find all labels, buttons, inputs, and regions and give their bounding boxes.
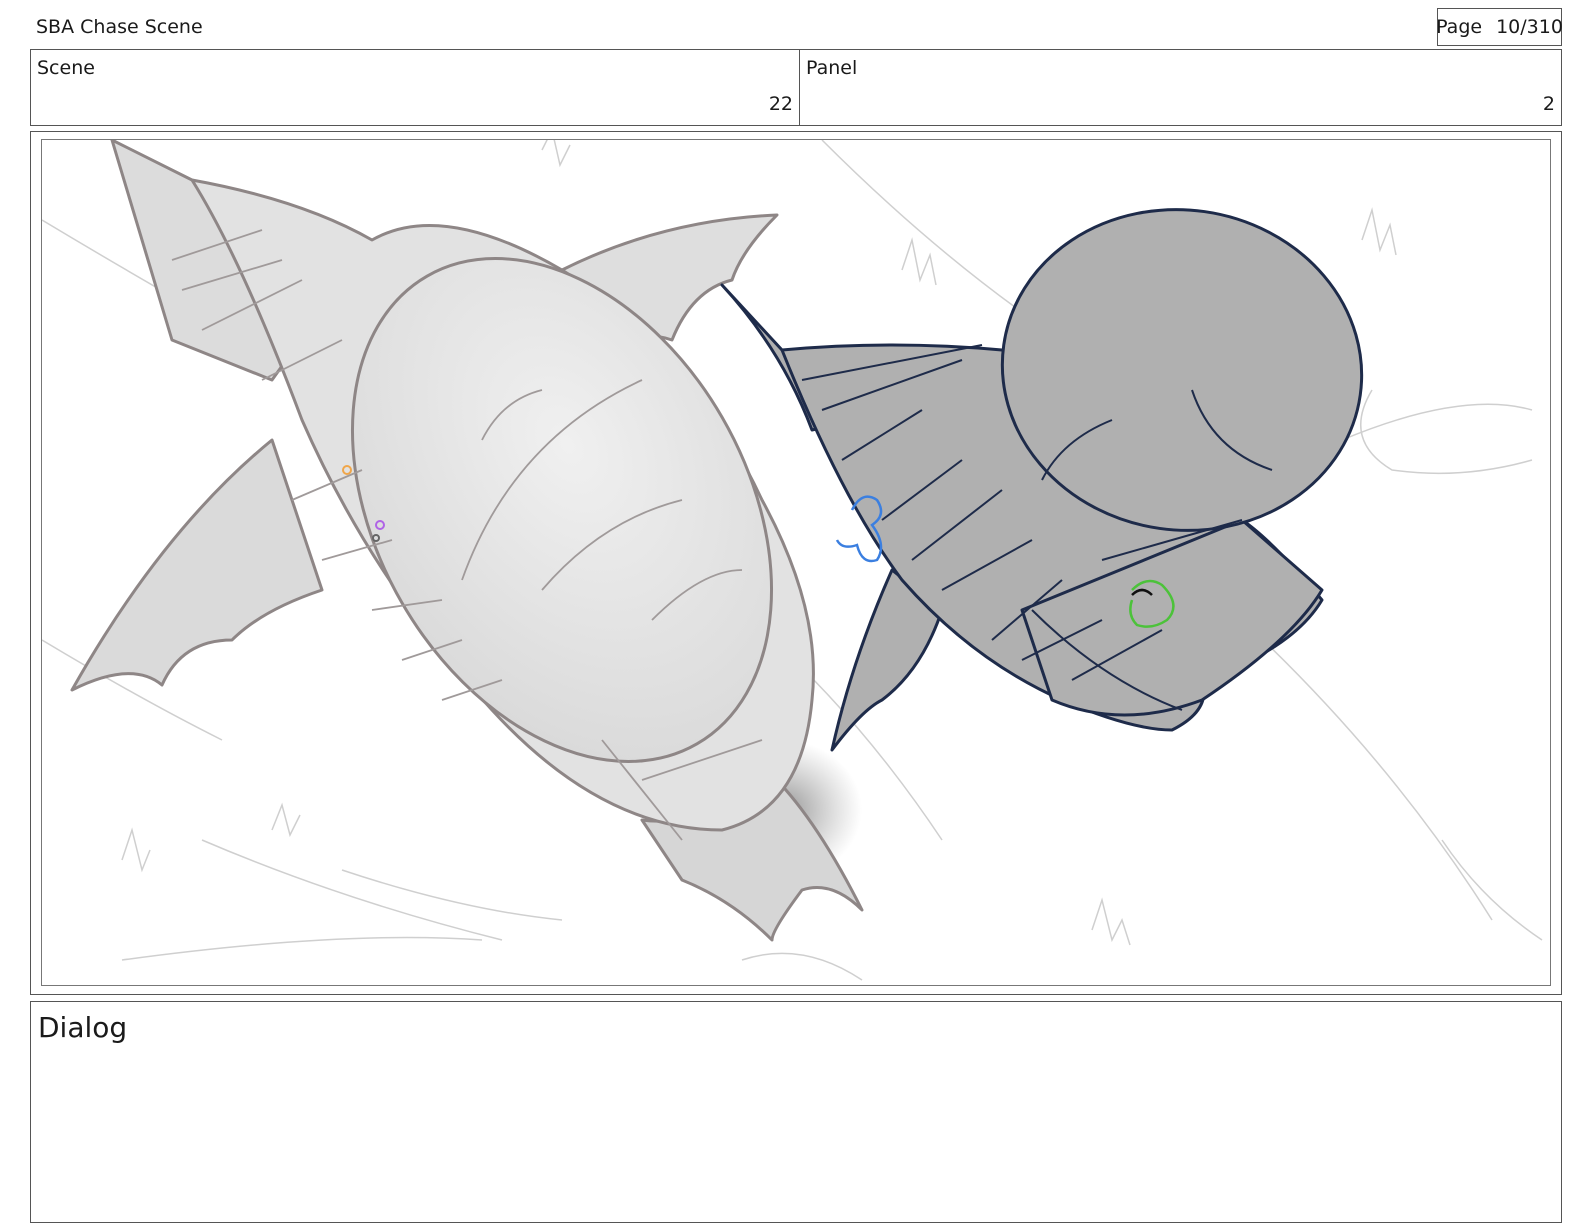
page-number: 10/310 [1496, 16, 1563, 38]
dialog-box: Dialog [30, 1001, 1562, 1223]
panel-number: 2 [1542, 93, 1555, 115]
panel-label: Panel [806, 57, 858, 79]
scene-number: 22 [768, 93, 793, 115]
page-indicator: Page 10/310 [1436, 8, 1563, 46]
panel-cell: Panel 2 [800, 50, 1561, 125]
scene-cell: Scene 22 [31, 50, 800, 125]
light-spaceship [70, 140, 864, 942]
scene-panel-info: Scene 22 Panel 2 [30, 49, 1562, 126]
dark-spaceship [720, 208, 1364, 752]
storyboard-title: SBA Chase Scene [36, 16, 203, 38]
panel-drawing-area [41, 139, 1551, 986]
storyboard-frame [30, 131, 1562, 995]
page-label: Page [1436, 16, 1483, 38]
dialog-label: Dialog [38, 1011, 128, 1044]
scene-label: Scene [37, 57, 95, 79]
panel-artwork [42, 140, 1543, 981]
